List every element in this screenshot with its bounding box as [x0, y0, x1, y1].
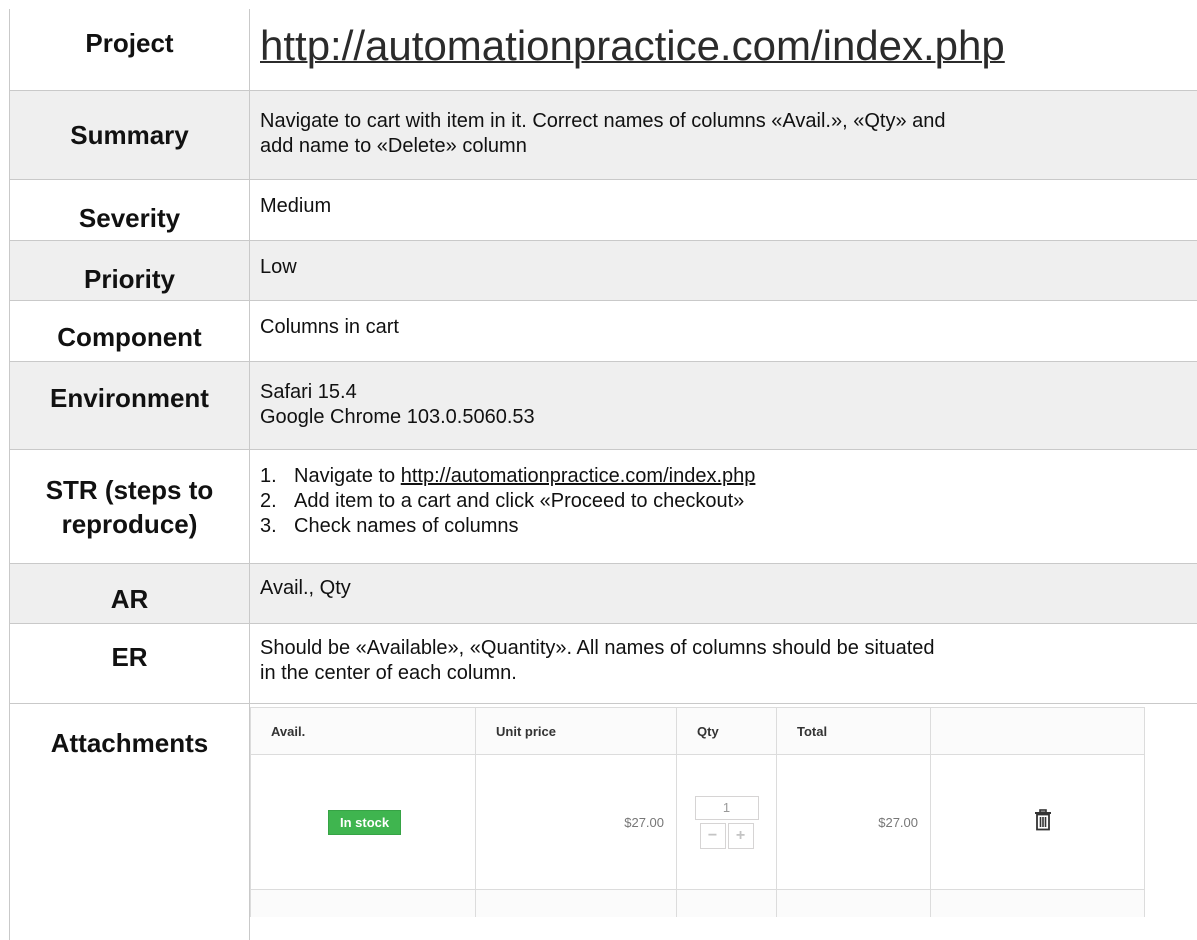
label-str: STR (steps to reproduce)	[10, 450, 250, 563]
label-ar: AR	[10, 564, 250, 623]
label-project: Project	[10, 9, 250, 90]
value-summary: Navigate to cart with item in it. Correc…	[250, 91, 1197, 179]
quantity-input[interactable]: 1	[694, 795, 759, 820]
cart-next-row	[250, 890, 1145, 917]
steps-list: 1. Navigate to http://automationpractice…	[260, 464, 1188, 539]
row-priority: Priority Low	[10, 241, 1197, 301]
cart-item-row: In stock $27.00 1 − + $27.00	[250, 755, 1145, 890]
label-component: Component	[10, 301, 250, 361]
step-1: 1. Navigate to http://automationpractice…	[260, 465, 756, 487]
value-er: Should be «Available», «Quantity». All n…	[250, 624, 1197, 703]
value-str: 1. Navigate to http://automationpractice…	[250, 450, 1197, 563]
environment-line-1: Safari 15.4	[260, 381, 357, 403]
row-str: STR (steps to reproduce) 1. Navigate to …	[10, 450, 1197, 564]
cart-header-qty: Qty	[677, 708, 777, 754]
label-summary: Summary	[10, 91, 250, 179]
row-severity: Severity Medium	[10, 180, 1197, 241]
row-environment: Environment Safari 15.4 Google Chrome 10…	[10, 362, 1197, 450]
cart-header-total: Total	[777, 708, 931, 754]
label-attachments: Attachments	[10, 704, 250, 940]
cart-header-delete	[931, 708, 1144, 754]
label-priority: Priority	[10, 241, 250, 300]
cart-header-row: Avail. Unit price Qty Total	[250, 707, 1145, 755]
quantity-decrease-button[interactable]: −	[699, 822, 726, 849]
step-3: 3. Check names of columns	[260, 515, 519, 537]
trash-icon-svg	[1035, 808, 1051, 830]
label-environment: Environment	[10, 362, 250, 449]
label-er: ER	[10, 624, 250, 703]
in-stock-badge: In stock	[328, 809, 402, 835]
label-str-line-1: STR (steps to	[45, 474, 214, 505]
value-severity: Medium	[260, 195, 332, 217]
row-ar: AR Avail., Qty	[10, 564, 1197, 624]
row-summary: Summary Navigate to cart with item in it…	[10, 91, 1197, 180]
quantity-increase-button[interactable]: +	[727, 822, 754, 849]
project-link[interactable]: http://automationpractice.com/index.php	[260, 21, 1005, 71]
trash-icon[interactable]	[1034, 808, 1052, 836]
value-project: http://automationpractice.com/index.php	[250, 9, 1197, 90]
cart-header-unit-price: Unit price	[476, 708, 677, 754]
step-2: 2. Add item to a cart and click «Proceed…	[260, 490, 745, 512]
row-project: Project http://automationpractice.com/in…	[10, 9, 1197, 91]
value-environment: Safari 15.4 Google Chrome 103.0.5060.53	[250, 362, 1197, 449]
quantity-stepper: 1 − +	[677, 795, 776, 849]
cart-header-avail: Avail.	[251, 708, 476, 754]
value-component: Columns in cart	[260, 316, 399, 338]
step-1-link[interactable]: http://automationpractice.com/index.php	[401, 465, 756, 487]
value-ar: Avail., Qty	[260, 577, 351, 599]
value-priority: Low	[260, 256, 297, 278]
er-line-1: Should be «Available», «Quantity». All n…	[260, 637, 935, 659]
unit-price-value: $27.00	[624, 814, 664, 830]
label-severity: Severity	[10, 180, 250, 240]
label-str-line-2: reproduce)	[61, 508, 198, 539]
total-value: $27.00	[878, 814, 918, 830]
environment-line-2: Google Chrome 103.0.5060.53	[260, 406, 535, 428]
summary-line-1: Navigate to cart with item in it. Correc…	[260, 110, 946, 132]
er-line-2: in the center of each column.	[260, 662, 517, 684]
row-component: Component Columns in cart	[10, 301, 1197, 362]
summary-line-2: add name to «Delete» column	[260, 135, 527, 157]
cart-screenshot: Avail. Unit price Qty Total In stock $27…	[250, 707, 1145, 917]
row-er: ER Should be «Available», «Quantity». Al…	[10, 624, 1197, 704]
